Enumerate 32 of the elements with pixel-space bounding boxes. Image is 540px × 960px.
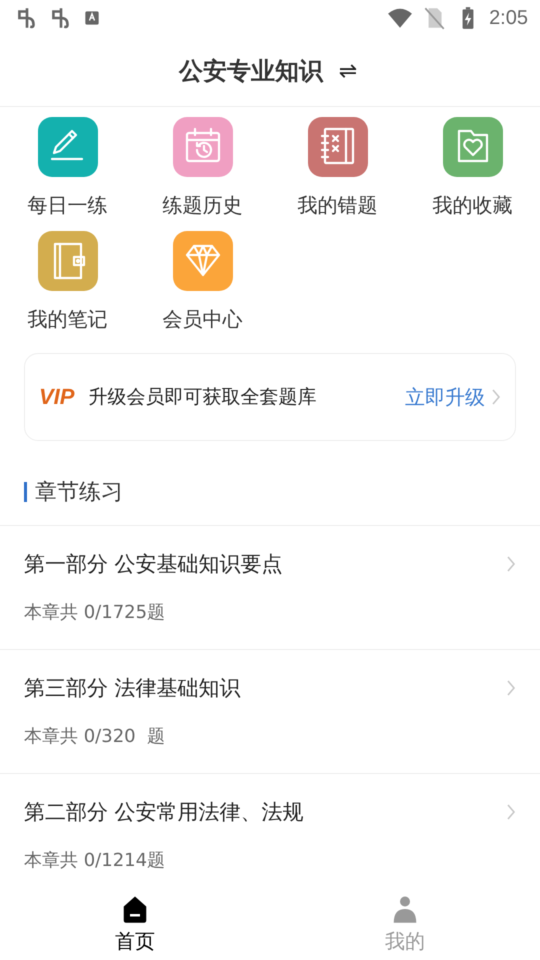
vip-logo: VIP [39,384,74,410]
shortcut-tile[interactable] [172,117,232,177]
shortcut-tile[interactable] [308,117,368,177]
question-count: 本章共 0/320 题 [24,725,166,748]
shortcut-tile[interactable] [38,231,98,291]
chapter-title[interactable]: 第二部分 公安常用法律、法规 [24,798,304,826]
tab[interactable]: 首页 [115,928,155,954]
chapter-title[interactable]: 第三部分 法律基础知识 [24,674,241,702]
accent-bar [24,482,27,502]
chevron-icon [491,387,501,407]
shortcut-label[interactable]: 我的笔记 [28,307,108,331]
shortcut-tile[interactable] [172,231,232,291]
shortcut-tile[interactable] [38,117,98,177]
shortcut-label[interactable]: 练题历史 [162,193,242,217]
shortcut-label[interactable]: 每日一练 [28,193,108,217]
shortcut-label[interactable]: 我的收藏 [432,193,512,217]
upgrade-link[interactable]: 立即升级 [405,384,485,410]
switch-button[interactable]: ⇌ [334,58,362,84]
vip-banner[interactable]: VIP 升级会员即可获取全套题库 立即升级 [24,353,516,441]
clock: 2:05 [489,6,528,30]
shortcut-label[interactable]: 我的错题 [298,193,378,217]
question-count: 本章共 0/1725题 [24,601,166,624]
chevron-icon [506,678,516,698]
page-title: 公安专业知识 [178,56,323,87]
chapter-title[interactable]: 第一部分 公安基础知识要点 [24,550,283,578]
chevron-icon [506,802,516,822]
section-title: 章节练习 [35,479,123,507]
question-count: 本章共 0/1214题 [24,849,166,872]
shortcut-tile[interactable] [442,117,502,177]
chevron-icon [506,554,516,574]
shortcut-label[interactable]: 会员中心 [162,307,242,331]
promo-text: 升级会员即可获取全套题库 [88,385,318,410]
